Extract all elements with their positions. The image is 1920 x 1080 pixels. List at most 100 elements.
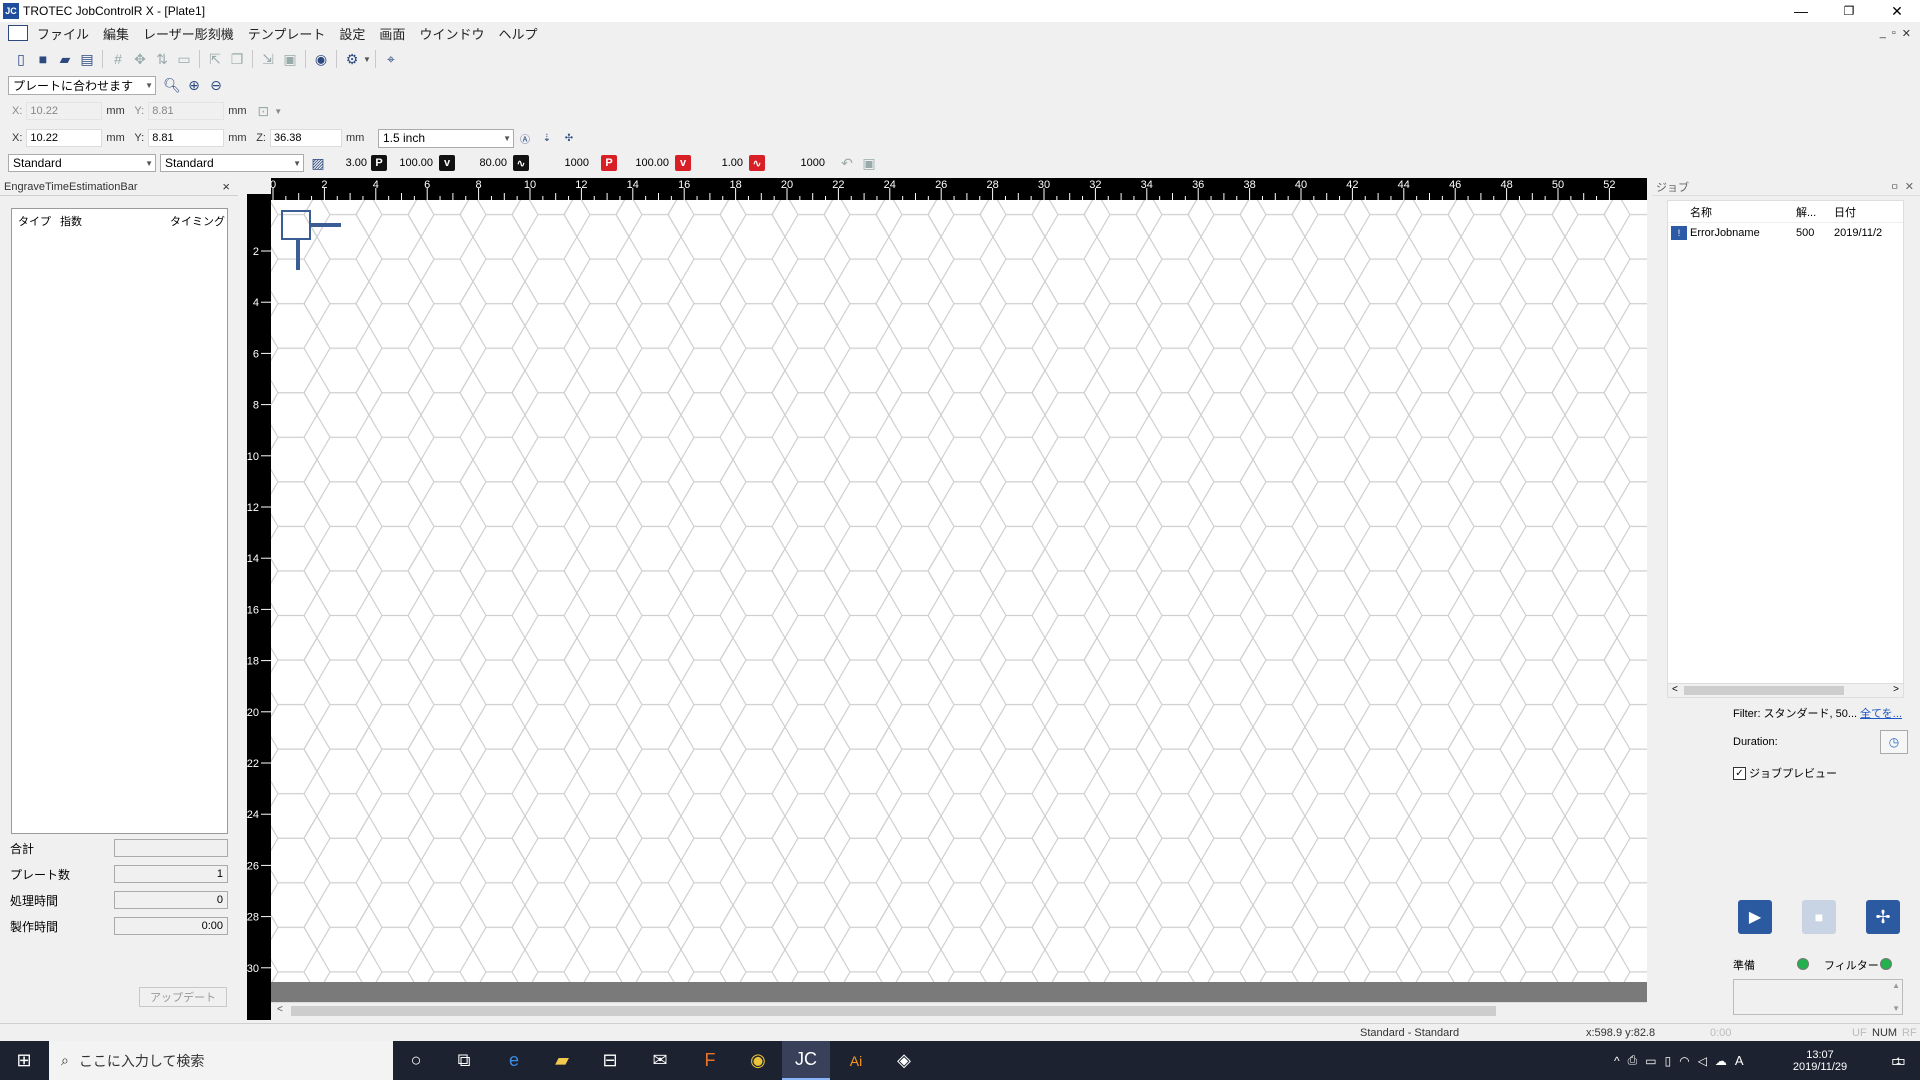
update-button[interactable]: アップデート [139, 987, 227, 1007]
save-params-icon[interactable]: ▣ [859, 153, 879, 173]
menu-settings[interactable]: 設定 [332, 24, 372, 43]
mdi-minimize-icon[interactable]: _ [1877, 27, 1889, 40]
column-timing[interactable]: タイミング [170, 213, 225, 229]
print-icon[interactable]: ▤ [77, 49, 97, 69]
estimation-list[interactable]: タイプ 指数 タイミング [11, 208, 228, 834]
y-axis-handle[interactable] [296, 240, 300, 270]
checkbox-icon[interactable]: ✓ [1733, 766, 1746, 780]
plate-canvas[interactable] [271, 200, 1647, 982]
job-list[interactable]: 名称 解... 日付 ! ErrorJobname 500 2019/11/2 … [1667, 200, 1904, 698]
pin-icon[interactable]: ㅁ [1891, 180, 1899, 193]
scroll-right-icon[interactable]: > [1893, 684, 1899, 695]
z-field[interactable]: 36.38 [269, 129, 342, 147]
column-resolution[interactable]: 解... [1796, 204, 1834, 220]
scroll-thumb[interactable] [1684, 686, 1844, 695]
scroll-left-icon[interactable]: < [277, 1004, 283, 1015]
autofocus-icon[interactable]: Ⓐ [515, 128, 535, 148]
edge-icon[interactable]: e [490, 1041, 538, 1080]
menu-window[interactable]: ウインドウ [412, 24, 491, 43]
gear-icon[interactable]: ⚙ [342, 49, 362, 69]
scroll-thumb[interactable] [291, 1006, 1496, 1016]
onedrive-icon[interactable]: ☁ [1715, 1054, 1727, 1068]
x-field[interactable]: 10.22 [26, 129, 103, 147]
clock-icon[interactable]: ◷ [1880, 730, 1908, 754]
plate-icon[interactable]: ▣ [280, 49, 300, 69]
import-icon[interactable]: ⇲ [258, 49, 278, 69]
minimize-button[interactable]: — [1778, 0, 1824, 22]
battery-icon[interactable]: ▭ [1645, 1054, 1656, 1068]
hatch-value[interactable]: 3.00 [329, 157, 371, 169]
chrome-icon[interactable]: ◉ [734, 1041, 782, 1080]
reference-point-icon[interactable]: ⊡ [253, 101, 273, 121]
notification-center[interactable]: ▭ 1 [1876, 1041, 1916, 1080]
copy-icon[interactable]: ❐ [227, 49, 247, 69]
x-axis-handle[interactable] [311, 223, 341, 227]
frequency-engrave-value[interactable]: 1000 [529, 157, 593, 169]
chevron-down-icon[interactable]: ▼ [363, 55, 371, 64]
task-view-icon[interactable]: ⧉ [440, 1041, 488, 1080]
scroll-down-icon[interactable]: ▼ [1892, 1004, 1900, 1013]
material-select-1[interactable]: Standard ▼ [8, 154, 156, 172]
zoom-icon[interactable]: 🔍︎ [162, 75, 182, 95]
menu-laser[interactable]: レーザー彫刻機 [136, 24, 241, 43]
material-select-2[interactable]: Standard ▼ [160, 154, 304, 172]
document-props-icon[interactable]: ▭ [174, 49, 194, 69]
message-box[interactable]: ▲ ▼ [1733, 979, 1903, 1015]
column-name[interactable]: 名称 [1690, 204, 1796, 220]
view-eye-icon[interactable]: ◉ [311, 49, 331, 69]
menu-help[interactable]: ヘルプ [491, 24, 544, 43]
clock[interactable]: 13:07 2019/11/29 [1780, 1041, 1860, 1080]
open-folder-icon[interactable]: ▰ [55, 49, 75, 69]
stop-button[interactable]: ■ [1802, 900, 1836, 934]
scroll-up-icon[interactable]: ▲ [1892, 981, 1900, 990]
document-icon[interactable] [8, 25, 28, 41]
filter-all-link[interactable]: 全てを... [1860, 705, 1902, 721]
app-misc-icon[interactable]: ◈ [880, 1041, 928, 1080]
zoom-in-icon[interactable]: ⊕ [184, 75, 204, 95]
tray-expand-icon[interactable]: ^ [1614, 1054, 1620, 1068]
xyz-icon[interactable]: ✣ [559, 128, 579, 148]
power-cut-value[interactable]: 100.00 [617, 157, 673, 169]
fit-plate-select[interactable]: プレートに合わせます ▼ [8, 75, 156, 95]
move-icon[interactable]: ✥ [130, 49, 150, 69]
column-date[interactable]: 日付 [1834, 204, 1856, 220]
wifi-icon[interactable]: ◠ [1679, 1054, 1689, 1068]
export-icon[interactable]: ⇱ [205, 49, 225, 69]
jobcontrol-taskbar-icon[interactable]: JC [782, 1041, 830, 1080]
align-icon[interactable]: ⇅ [152, 49, 172, 69]
menu-view[interactable]: 画面 [372, 24, 412, 43]
volume-icon[interactable]: ◁ [1698, 1054, 1707, 1068]
velocity-engrave-value[interactable]: 80.00 [455, 157, 511, 169]
focus-z-icon[interactable]: ⇣ [537, 128, 557, 148]
printer-icon[interactable]: ⎙ [1628, 1053, 1638, 1068]
exhaust-fan-button[interactable]: ✢ [1866, 900, 1900, 934]
play-button[interactable]: ▶ [1738, 900, 1772, 934]
new-file-icon[interactable]: ▯ [11, 49, 31, 69]
undo-icon[interactable]: ↶ [837, 153, 857, 173]
restore-button[interactable]: ❐ [1826, 0, 1872, 22]
store-icon[interactable]: ⊟ [586, 1041, 634, 1080]
mdi-close-icon[interactable]: ✕ [1899, 27, 1914, 40]
y-field[interactable]: 8.81 [148, 129, 225, 147]
menu-template[interactable]: テンプレート [241, 24, 333, 43]
frequency-cut-value[interactable]: 1000 [765, 157, 829, 169]
ime-indicator[interactable]: A [1735, 1053, 1744, 1068]
device-icon[interactable]: ▯ [1665, 1054, 1672, 1068]
job-preview-checkbox[interactable]: ✓ ジョブプレビュー [1733, 765, 1837, 781]
horizontal-scrollbar[interactable]: < [271, 1002, 1647, 1019]
lens-select[interactable]: 1.5 inch ▼ [377, 128, 514, 148]
column-type[interactable]: タイプ [18, 213, 60, 229]
grid-icon[interactable]: # [108, 49, 128, 69]
laser-settings-icon[interactable]: ⌖ [381, 49, 401, 69]
save-icon[interactable]: ■ [33, 49, 53, 69]
taskbar-search[interactable]: ⌕ ここに入力して検索 [49, 1041, 393, 1080]
mail-icon[interactable]: ✉ [636, 1041, 684, 1080]
file-explorer-icon[interactable]: ▰ [538, 1041, 586, 1080]
panel-close-icon[interactable]: × [222, 179, 230, 194]
close-button[interactable]: ✕ [1874, 0, 1920, 22]
zoom-out-icon[interactable]: ⊖ [206, 75, 226, 95]
job-list-hscroll[interactable]: < > [1668, 683, 1903, 697]
chevron-down-icon[interactable]: ▼ [274, 107, 282, 116]
job-row[interactable]: ! ErrorJobname 500 2019/11/2 [1668, 223, 1903, 243]
mdi-restore-icon[interactable]: ▫ [1889, 27, 1899, 40]
